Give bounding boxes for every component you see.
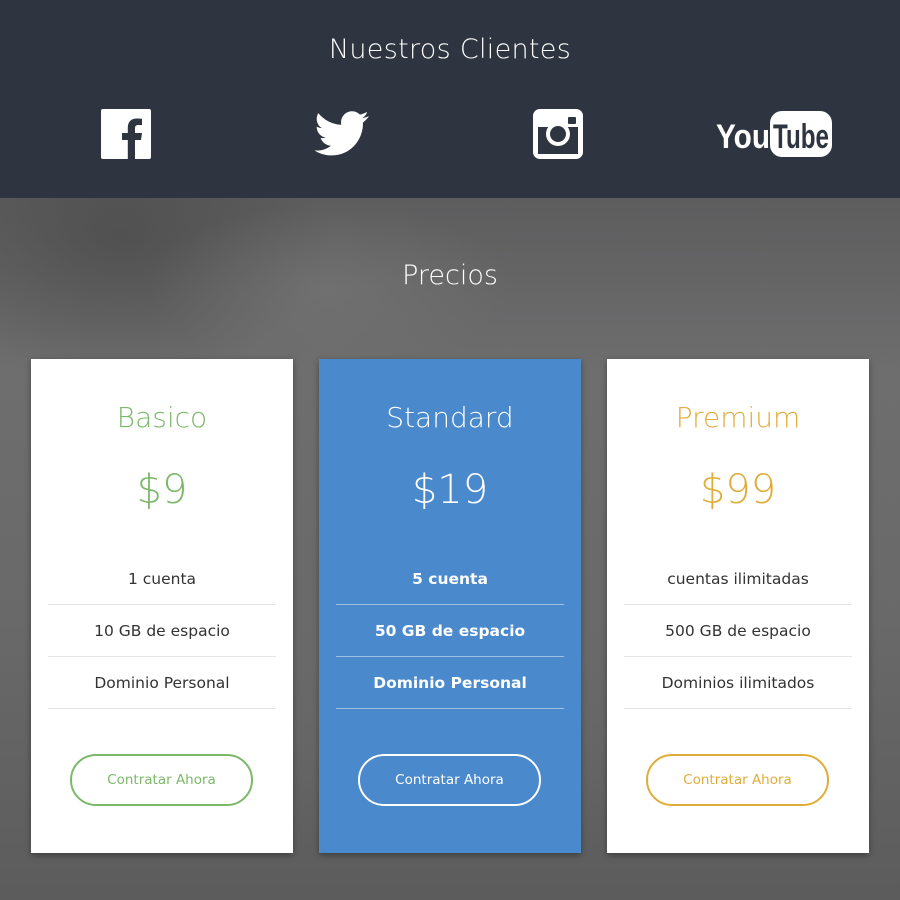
twitter-logo[interactable] <box>313 108 371 160</box>
feature-item: 1 cuenta <box>48 553 276 605</box>
youtube-tube-text: Tube <box>773 118 829 156</box>
feature-item: 50 GB de espacio <box>336 605 564 657</box>
pricing-card-basico: Basico $9 1 cuenta 10 GB de espacio Domi… <box>31 359 293 853</box>
plan-price: $19 <box>411 467 489 513</box>
feature-item: 10 GB de espacio <box>48 605 276 657</box>
feature-item: 5 cuenta <box>336 553 564 605</box>
pricing-card-premium: Premium $99 cuentas ilimitadas 500 GB de… <box>607 359 869 853</box>
plan-name: Premium <box>675 401 801 434</box>
feature-item: Dominio Personal <box>48 657 276 709</box>
contratar-ahora-button[interactable]: Contratar Ahora <box>358 754 541 806</box>
plan-price: $99 <box>699 467 777 513</box>
pricing-section: Precios Basico $9 1 cuenta 10 GB de espa… <box>0 198 900 900</box>
clients-title: Nuestros Clientes <box>328 34 572 65</box>
pricing-card-standard: Standard $19 5 cuenta 50 GB de espacio D… <box>319 359 581 853</box>
facebook-logo[interactable] <box>100 108 152 160</box>
youtube-you-text: You <box>716 118 770 156</box>
pricing-title: Precios <box>402 260 498 291</box>
feature-item: cuentas ilimitadas <box>624 553 852 605</box>
feature-list: 5 cuenta 50 GB de espacio Dominio Person… <box>336 553 564 709</box>
youtube-logo[interactable]: You Tube <box>716 108 832 160</box>
contratar-ahora-button[interactable]: Contratar Ahora <box>646 754 829 806</box>
contratar-ahora-button[interactable]: Contratar Ahora <box>70 754 253 806</box>
plan-name: Standard <box>386 401 514 434</box>
clients-section: Nuestros Clientes You Tube <box>0 0 900 198</box>
instagram-icon <box>533 109 583 159</box>
plan-price: $9 <box>136 467 188 513</box>
feature-item: Dominios ilimitados <box>624 657 852 709</box>
twitter-icon <box>314 111 369 156</box>
plan-name: Basico <box>116 401 208 434</box>
feature-item: 500 GB de espacio <box>624 605 852 657</box>
facebook-icon <box>101 109 151 159</box>
instagram-logo[interactable] <box>532 108 584 160</box>
feature-list: 1 cuenta 10 GB de espacio Dominio Person… <box>48 553 276 709</box>
feature-list: cuentas ilimitadas 500 GB de espacio Dom… <box>624 553 852 709</box>
feature-item: Dominio Personal <box>336 657 564 709</box>
youtube-icon: You Tube <box>716 111 832 157</box>
